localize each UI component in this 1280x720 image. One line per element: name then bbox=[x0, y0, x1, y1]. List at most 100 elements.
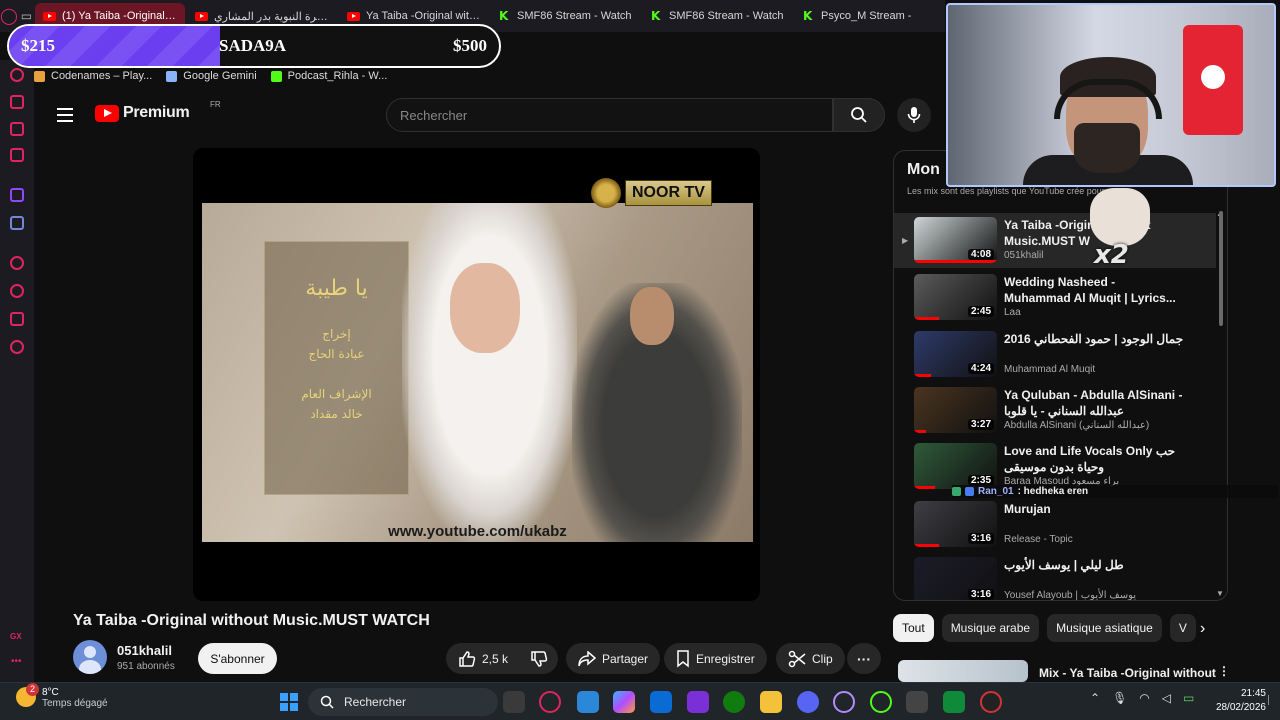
player-icon[interactable] bbox=[10, 256, 24, 270]
share-label: Partager bbox=[602, 651, 649, 666]
photos-icon[interactable] bbox=[577, 691, 599, 713]
subscribe-button[interactable]: S'abonner bbox=[198, 643, 277, 674]
bookmark-item[interactable]: Codenames – Play... bbox=[34, 70, 152, 82]
battery-icon[interactable]: ▭ bbox=[1183, 691, 1194, 705]
microphone-icon[interactable]: 🎙 bbox=[1112, 691, 1127, 705]
cat-icon bbox=[1090, 188, 1150, 246]
settings-icon[interactable] bbox=[10, 340, 24, 354]
messenger-icon[interactable] bbox=[10, 148, 24, 162]
history-icon[interactable] bbox=[10, 68, 24, 82]
opera-taskbar-icon[interactable] bbox=[833, 691, 855, 713]
more-icon[interactable]: ••• bbox=[11, 656, 22, 667]
playlist-item[interactable]: ▶ 4:08 Ya Taiba -Original without Music.MU… bbox=[894, 213, 1216, 268]
bag-icon[interactable] bbox=[10, 95, 24, 109]
discord-taskbar-icon[interactable] bbox=[797, 691, 819, 713]
goal-target: $500 bbox=[453, 36, 487, 55]
windows-taskbar: 2 8°C Temps dégagé Rechercher ⌃ 🎙 ◠ ◁ ▭ … bbox=[0, 682, 1280, 720]
clock-time: 21:45 bbox=[1240, 688, 1266, 699]
dislike-button[interactable] bbox=[520, 643, 558, 674]
copilot-icon[interactable] bbox=[613, 691, 635, 713]
playlist-scrollbar[interactable] bbox=[1219, 211, 1223, 326]
filter-chip[interactable]: Musique asiatique bbox=[1047, 614, 1162, 642]
like-button[interactable]: 2,5 k bbox=[446, 643, 520, 674]
show-desktop-button[interactable] bbox=[1268, 695, 1274, 705]
chevron-up-icon[interactable]: ⌃ bbox=[1090, 691, 1100, 705]
browser-tab[interactable]: K SMF86 Stream - Watch bbox=[643, 3, 793, 29]
watch-progress-bar bbox=[914, 486, 935, 489]
playlist-item[interactable]: 2:45 Wedding Nasheed - Muhammad Al Muqit … bbox=[894, 270, 1216, 325]
playlist-item[interactable]: 3:27 Ya Quluban - Abdulla AlSinani - عبدا… bbox=[894, 383, 1216, 438]
next-mix-item[interactable]: Mix - Ya Taiba -Original without ⋮ bbox=[898, 660, 1230, 682]
file-explorer-icon[interactable] bbox=[760, 691, 782, 713]
gx-icon[interactable]: GX bbox=[10, 632, 22, 641]
next-mix-title: Mix - Ya Taiba -Original without bbox=[1039, 666, 1216, 680]
playlist-item[interactable]: 3:16 طل ليلي | يوسف الأيوب Yousef Alayoub … bbox=[894, 553, 1216, 600]
playlist-item[interactable]: 3:16 Murujan Release - Topic bbox=[894, 497, 1216, 552]
voice-search-button[interactable] bbox=[897, 98, 931, 132]
video-title: Ya Taiba -Original without Music.MUST WA… bbox=[73, 612, 430, 629]
menu-icon[interactable] bbox=[57, 108, 73, 122]
search-input[interactable]: Rechercher bbox=[386, 98, 833, 132]
notification-badge: 2 bbox=[26, 683, 39, 696]
filter-chip[interactable]: Musique arabe bbox=[941, 614, 1040, 642]
bookmark-item[interactable]: Google Gemini bbox=[166, 70, 257, 82]
opera-gx-taskbar-icon[interactable] bbox=[539, 691, 561, 713]
taskbar-search-label: Rechercher bbox=[344, 695, 407, 709]
filter-chip[interactable]: Tout bbox=[893, 614, 934, 642]
discord-icon[interactable] bbox=[10, 216, 24, 230]
tab-label: SMF86 Stream - Watch bbox=[669, 10, 784, 22]
tab-label: (1) Ya Taiba -Original without bbox=[62, 10, 177, 22]
youtube-logo[interactable]: Premium FR bbox=[95, 100, 221, 122]
goal-name: SADA9A bbox=[219, 36, 287, 55]
ticket-icon[interactable] bbox=[10, 122, 24, 136]
kick-app-icon[interactable] bbox=[943, 691, 965, 713]
volume-icon[interactable]: ◁ bbox=[1162, 691, 1171, 705]
mix-heading: Mon bbox=[907, 161, 940, 178]
credit-line: عبادة الحاج bbox=[308, 347, 365, 361]
clock-icon[interactable] bbox=[10, 284, 24, 298]
video-player[interactable]: يا طيبة إخراج عبادة الحاج الإشراف العام … bbox=[193, 148, 760, 601]
chat-badge-icon bbox=[965, 487, 974, 496]
search-icon bbox=[851, 107, 867, 123]
browser-tab[interactable]: K Psyco_M Stream - bbox=[795, 3, 945, 29]
playlist-thumbnail: 2:45 bbox=[914, 274, 997, 320]
playlist-item[interactable]: 4:24 جمال الوجود | حمود الفحطاني 2016 Muha… bbox=[894, 327, 1216, 382]
browser-taskbar-icon[interactable] bbox=[870, 691, 892, 713]
app-icon[interactable] bbox=[687, 691, 709, 713]
recording-icon[interactable] bbox=[980, 691, 1002, 713]
twitch-icon[interactable] bbox=[10, 188, 24, 202]
watch-progress-bar bbox=[914, 430, 927, 433]
store-icon[interactable] bbox=[650, 691, 672, 713]
tab-label: SMF86 Stream - Watch bbox=[517, 10, 632, 22]
bookmark-label: Podcast_Rihla - W... bbox=[287, 70, 388, 82]
weather-widget[interactable]: 2 8°C Temps dégagé bbox=[16, 683, 108, 709]
wifi-icon[interactable]: ◠ bbox=[1139, 691, 1149, 705]
playlist-thumbnail: 2:35 bbox=[914, 443, 997, 489]
taskbar-search[interactable]: Rechercher bbox=[308, 688, 498, 716]
browser-tab[interactable]: K SMF86 Stream - Watch bbox=[491, 3, 641, 29]
playlist-item-title: Wedding Nasheed - Muhammad Al Muqit | Ly… bbox=[1004, 275, 1176, 305]
share-button[interactable]: Partager bbox=[566, 643, 661, 674]
channel-avatar[interactable] bbox=[73, 640, 107, 674]
watch-progress-bar bbox=[914, 260, 997, 263]
more-actions-button[interactable]: ··· bbox=[847, 643, 881, 674]
scroll-down-icon[interactable]: ▼ bbox=[1216, 589, 1224, 598]
kebab-icon[interactable]: ⋮ bbox=[1218, 664, 1230, 678]
filter-chip[interactable]: V bbox=[1169, 614, 1196, 642]
clip-button[interactable]: Clip bbox=[776, 643, 845, 674]
next-mix-thumbnail bbox=[898, 660, 1028, 682]
channel-name[interactable]: 051khalil bbox=[117, 643, 172, 658]
xbox-icon[interactable] bbox=[723, 691, 745, 713]
app-icon[interactable] bbox=[906, 691, 928, 713]
extensions-icon[interactable] bbox=[10, 312, 24, 326]
bookmark-item[interactable]: Podcast_Rihla - W... bbox=[270, 70, 388, 82]
windows-start-icon[interactable] bbox=[280, 693, 298, 711]
search-button[interactable] bbox=[833, 98, 885, 132]
task-view-icon[interactable] bbox=[503, 691, 525, 713]
save-button[interactable]: Enregistrer bbox=[664, 643, 767, 674]
clock[interactable]: 21:45 28/02/2026 bbox=[1210, 687, 1266, 715]
bookmark-label: Google Gemini bbox=[183, 70, 257, 82]
chevron-right-icon[interactable]: › bbox=[1200, 620, 1205, 638]
chat-text: : hedheka eren bbox=[1017, 486, 1089, 497]
watch-progress-bar bbox=[914, 374, 931, 377]
